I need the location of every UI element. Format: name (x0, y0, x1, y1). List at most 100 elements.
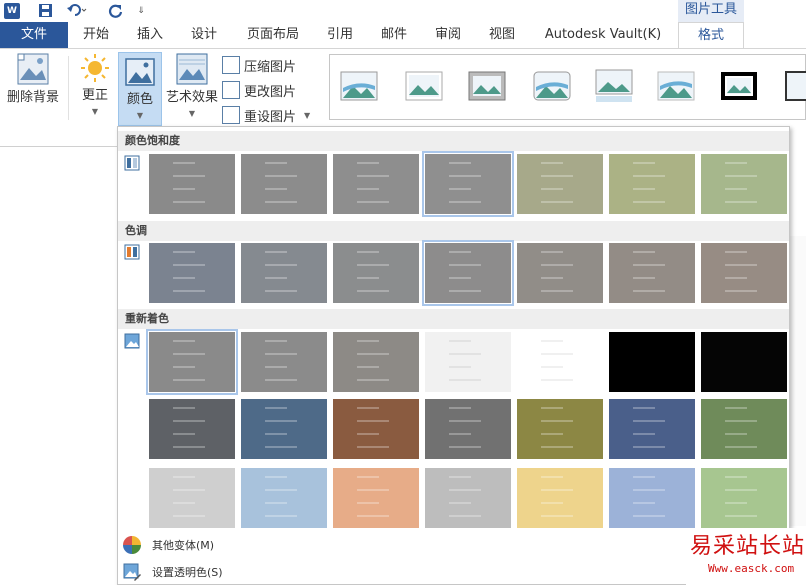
picture-style-4[interactable] (533, 69, 571, 103)
preview-line (633, 489, 665, 491)
preview-line (173, 379, 205, 381)
preview-line (357, 162, 379, 164)
recolor2-option[interactable] (701, 399, 787, 459)
tab-design[interactable]: 设计 (182, 22, 226, 48)
recolor3-option[interactable] (517, 468, 603, 528)
preview-line (633, 290, 665, 292)
tone-option[interactable] (422, 240, 514, 306)
preview-line (725, 446, 757, 448)
recolor1-option[interactable] (425, 332, 511, 392)
preview-line (173, 515, 205, 517)
picture-style-2[interactable] (405, 69, 443, 103)
tone-option[interactable] (333, 243, 419, 303)
tab-mailings[interactable]: 邮件 (372, 22, 416, 48)
saturation-option[interactable] (701, 154, 787, 214)
recolor2-option[interactable] (241, 399, 327, 459)
preview-line (633, 340, 655, 342)
preview-line (449, 175, 481, 177)
picture-style-5[interactable] (595, 69, 633, 103)
artistic-effects-icon (176, 53, 208, 85)
picture-style-3[interactable] (468, 69, 506, 103)
recolor2-option[interactable] (517, 399, 603, 459)
saturation-option[interactable] (422, 151, 514, 217)
preview-line (541, 175, 573, 177)
tab-references[interactable]: 引用 (318, 22, 362, 48)
preview-line (357, 379, 389, 381)
preview-line (541, 502, 563, 504)
preview-line (173, 366, 195, 368)
recolor3-option[interactable] (609, 468, 695, 528)
preview-line (725, 201, 757, 203)
save-icon[interactable] (36, 2, 54, 19)
tab-insert[interactable]: 插入 (128, 22, 172, 48)
tab-home[interactable]: 开始 (74, 22, 118, 48)
preview-line (265, 251, 287, 253)
redo-icon[interactable] (106, 2, 126, 19)
chevron-down-icon: ▼ (136, 111, 144, 120)
saturation-option[interactable] (333, 154, 419, 214)
recolor-icon (124, 333, 140, 349)
color-button[interactable]: 颜色 ▼ (118, 52, 162, 126)
preview-line (173, 502, 195, 504)
preview-line (449, 290, 481, 292)
preview-line (725, 251, 747, 253)
preview-line (265, 502, 287, 504)
recolor1-option[interactable] (333, 332, 419, 392)
tab-review[interactable]: 审阅 (426, 22, 470, 48)
picture-style-1[interactable] (340, 69, 378, 103)
recolor2-option[interactable] (333, 399, 419, 459)
tab-page-layout[interactable]: 页面布局 (238, 22, 308, 48)
preview-line (449, 420, 481, 422)
recolor2-option[interactable] (425, 399, 511, 459)
tone-option[interactable] (241, 243, 327, 303)
tone-option[interactable] (149, 243, 235, 303)
tab-format[interactable]: 格式 (678, 22, 744, 48)
saturation-option[interactable] (609, 154, 695, 214)
tone-option[interactable] (701, 243, 787, 303)
recolor2-option[interactable] (609, 399, 695, 459)
qat-customize-icon[interactable]: ⇓ (135, 2, 147, 19)
tab-file[interactable]: 文件 (0, 22, 68, 48)
preview-line (265, 277, 287, 279)
remove-background-icon (17, 53, 49, 85)
compress-pictures-button[interactable]: 压缩图片 (222, 54, 296, 76)
reset-picture-button[interactable]: 重设图片 ▼ (222, 104, 310, 126)
recolor3-option[interactable] (241, 468, 327, 528)
preview-line (449, 162, 471, 164)
undo-icon[interactable] (64, 2, 90, 19)
preview-line (633, 188, 655, 190)
recolor3-option[interactable] (333, 468, 419, 528)
recolor3-option[interactable] (149, 468, 235, 528)
corrections-button[interactable]: 更正 ▼ (76, 52, 114, 124)
recolor1-option[interactable] (701, 332, 787, 392)
preview-line (265, 515, 297, 517)
artistic-effects-button[interactable]: 艺术效果 ▼ (164, 52, 220, 124)
recolor2-option[interactable] (149, 399, 235, 459)
recolor1-option[interactable] (241, 332, 327, 392)
preview-line (725, 420, 757, 422)
recolor1-option[interactable] (517, 332, 603, 392)
preview-line (449, 476, 471, 478)
picture-style-8[interactable] (785, 69, 806, 103)
remove-background-button[interactable]: 删除背景 (2, 52, 64, 112)
tab-view[interactable]: 视图 (480, 22, 524, 48)
saturation-option[interactable] (149, 154, 235, 214)
change-picture-button[interactable]: 更改图片 (222, 79, 296, 101)
color-picture-icon (125, 58, 155, 86)
preview-line (725, 476, 747, 478)
recolor1-option[interactable] (146, 329, 238, 395)
tone-option[interactable] (609, 243, 695, 303)
recolor3-option[interactable] (425, 468, 511, 528)
saturation-option[interactable] (517, 154, 603, 214)
preview-line (173, 290, 205, 292)
recolor3-option[interactable] (701, 468, 787, 528)
picture-style-7[interactable] (720, 69, 758, 103)
picture-style-6[interactable] (657, 69, 695, 103)
preview-line (265, 162, 287, 164)
tab-autodesk-vault[interactable]: Autodesk Vault(K) (536, 22, 670, 48)
preview-line (449, 446, 481, 448)
tone-option[interactable] (517, 243, 603, 303)
change-picture-label: 更改图片 (244, 84, 297, 100)
recolor1-option[interactable] (609, 332, 695, 392)
saturation-option[interactable] (241, 154, 327, 214)
